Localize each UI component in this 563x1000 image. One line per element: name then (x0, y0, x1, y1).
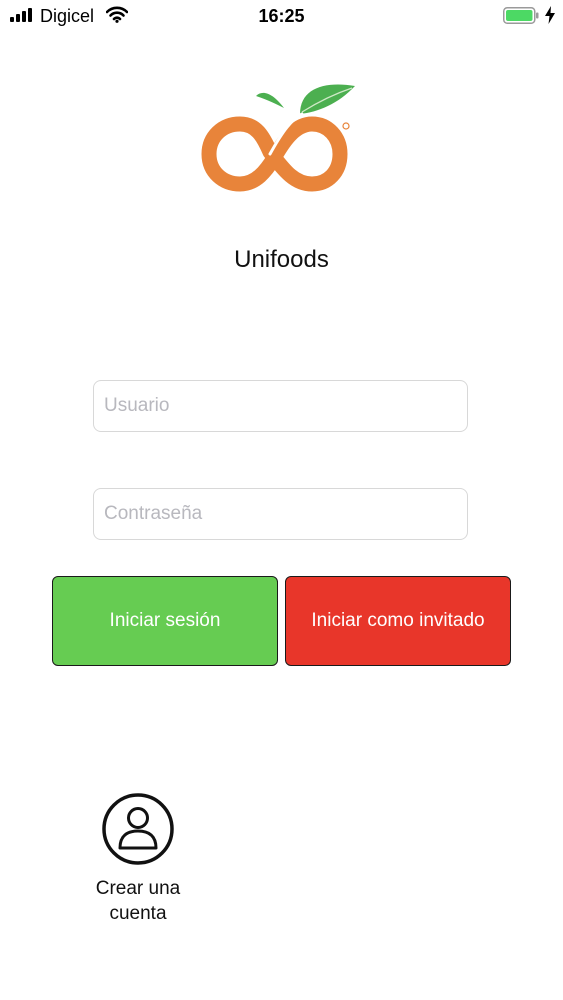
username-input[interactable] (93, 380, 468, 432)
guest-login-button-label: Iniciar como invitado (311, 610, 485, 631)
status-bar: Digicel 16:25 (0, 0, 563, 32)
create-account-label: Crear una cuenta (95, 878, 181, 924)
login-button-label: Iniciar sesión (109, 610, 221, 631)
charging-bolt-icon (545, 6, 555, 24)
user-circle-icon (102, 793, 174, 865)
battery-icon (503, 7, 539, 24)
create-account-button[interactable]: Crear una cuenta (88, 792, 188, 926)
status-time: 16:25 (258, 6, 305, 26)
app-title: Unifoods (234, 246, 329, 273)
login-button[interactable]: Iniciar sesión (52, 576, 278, 666)
unifoods-logo (201, 84, 355, 192)
guest-login-button[interactable]: Iniciar como invitado (285, 576, 511, 666)
password-input[interactable] (93, 488, 468, 540)
